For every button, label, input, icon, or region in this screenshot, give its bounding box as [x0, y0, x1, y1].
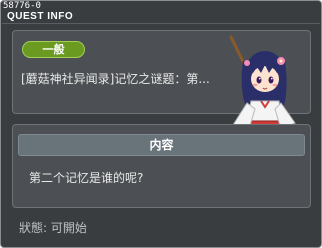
quest-content-panel: 内容 第二个记忆是谁的呢? — [12, 124, 311, 208]
content-header: 内容 — [18, 134, 305, 156]
content-text: 第二个记忆是谁的呢? — [29, 171, 144, 185]
quest-name: [蘑菇神社异闻录]记忆之谜题：第... — [21, 72, 210, 86]
window-title: QUEST INFO — [7, 11, 74, 22]
quest-status: 狀態: 可開始 — [19, 221, 87, 235]
title-divider — [2, 23, 320, 24]
quest-info-window: 58776-0 QUEST INFO 一般 [蘑菇神社异闻录]记忆之谜题：第..… — [0, 0, 322, 248]
category-badge: 一般 — [22, 41, 85, 58]
